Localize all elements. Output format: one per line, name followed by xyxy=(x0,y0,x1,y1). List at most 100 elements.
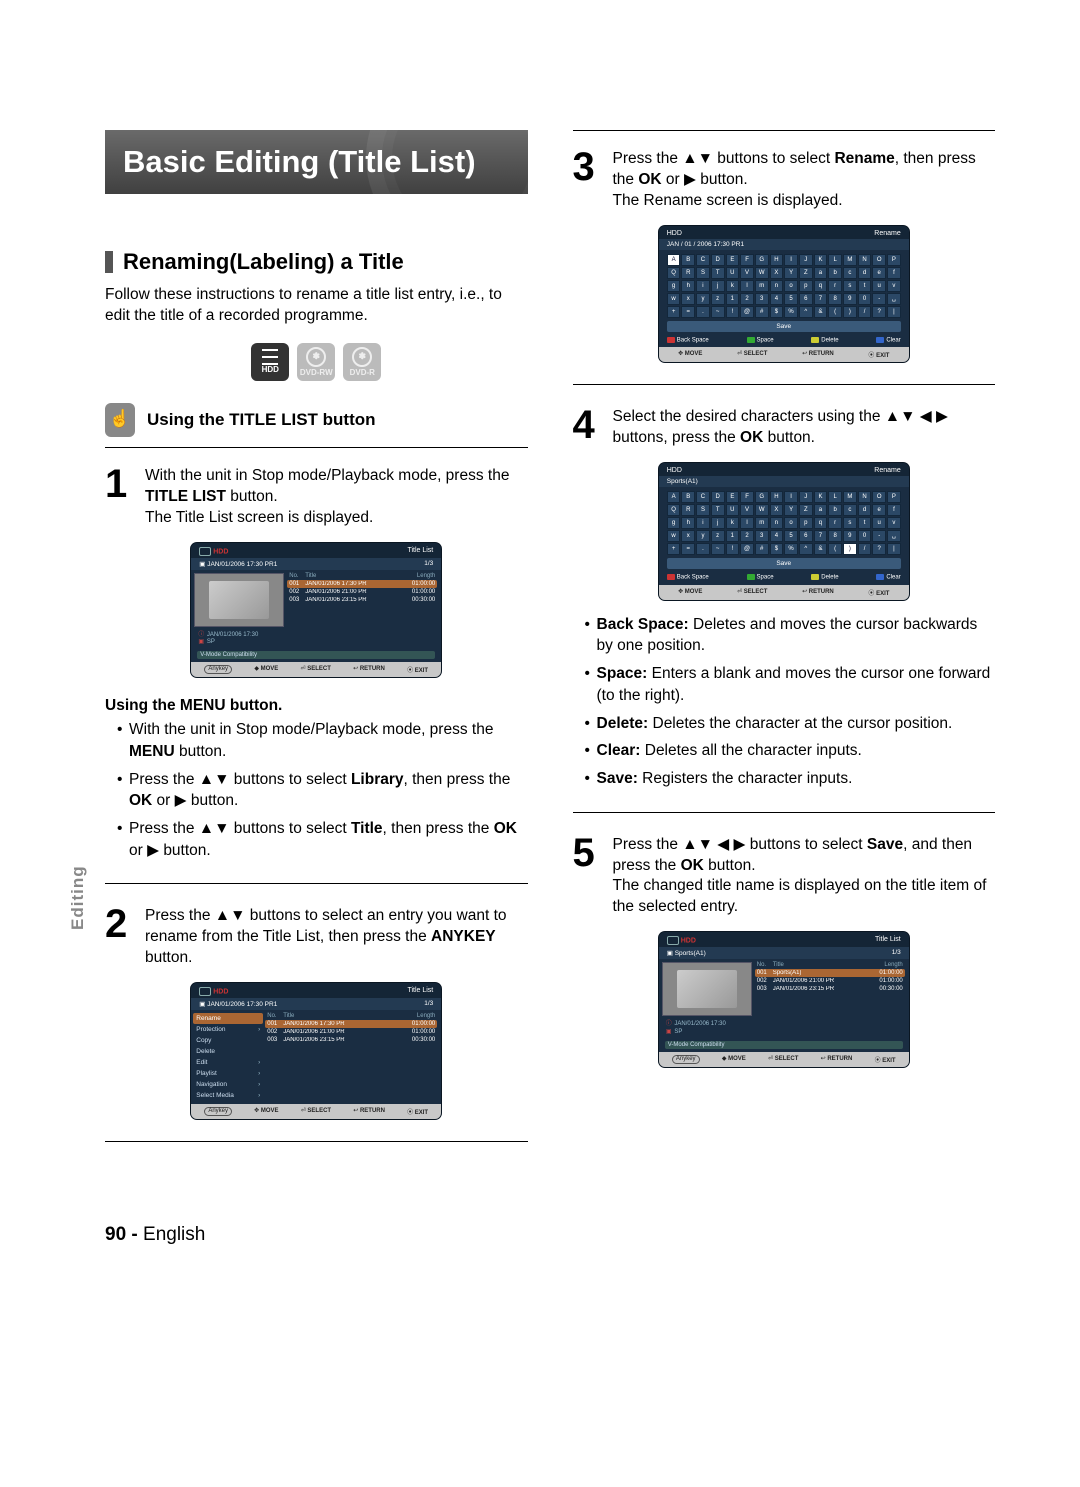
osd-key: R xyxy=(681,504,695,516)
osd-title-list-anykey: HDDTitle List ▣ JAN/01/2006 17:30 PR11/3… xyxy=(191,983,441,1119)
osd-key: 6 xyxy=(799,293,813,305)
osd-key: Q xyxy=(667,267,681,279)
osd-key: p xyxy=(799,517,813,529)
osd-key: m xyxy=(755,280,769,292)
step-number: 5 xyxy=(573,835,603,919)
osd-key: 1 xyxy=(726,293,740,305)
osd-key: ? xyxy=(872,543,886,555)
osd-key: T xyxy=(711,504,725,516)
function-key-list: Back Space: Deletes and moves the cursor… xyxy=(573,614,996,790)
osd-key: z xyxy=(711,293,725,305)
osd-key: q xyxy=(814,280,828,292)
osd-key: z xyxy=(711,530,725,542)
osd-key: M xyxy=(843,491,857,503)
osd-key: D xyxy=(711,254,725,266)
osd-key-save: Save xyxy=(667,321,901,332)
osd-key: d xyxy=(858,504,872,516)
osd-key: r xyxy=(828,280,842,292)
osd-title-list: HDDTitle List ▣ JAN/01/2006 17:30 PR11/3… xyxy=(191,543,441,678)
section-heading: Renaming(Labeling) a Title xyxy=(105,249,528,275)
osd-key: d xyxy=(858,267,872,279)
osd-key: 0 xyxy=(858,530,872,542)
osd-key: x xyxy=(681,530,695,542)
osd-key: 6 xyxy=(799,530,813,542)
osd-key: E xyxy=(726,254,740,266)
osd-key: Q xyxy=(667,504,681,516)
step1-text2: The Title List screen is displayed. xyxy=(145,509,373,526)
osd-key: | xyxy=(887,543,901,555)
osd-key: C xyxy=(696,491,710,503)
osd-key: M xyxy=(843,254,857,266)
hdd-badge-icon: HDD xyxy=(251,343,289,381)
step-number: 2 xyxy=(105,906,135,969)
osd-key: l xyxy=(740,517,754,529)
osd-key: O xyxy=(872,254,886,266)
step-number: 1 xyxy=(105,466,135,529)
osd-key: X xyxy=(770,267,784,279)
osd-key: H xyxy=(770,491,784,503)
step-4: 4 Select the desired characters using th… xyxy=(573,407,996,449)
osd-key: k xyxy=(726,280,740,292)
osd-key: ^ xyxy=(799,306,813,318)
step1-text: With the unit in Stop mode/Playback mode… xyxy=(145,467,509,484)
step-1: 1 With the unit in Stop mode/Playback mo… xyxy=(105,466,528,529)
osd-key: s xyxy=(843,517,857,529)
osd-key: I xyxy=(784,254,798,266)
osd-key: W xyxy=(755,504,769,516)
osd-key: 7 xyxy=(814,293,828,305)
osd-key: 4 xyxy=(770,530,784,542)
osd-key: 0 xyxy=(858,293,872,305)
osd-key: ( xyxy=(828,306,842,318)
osd-key: / xyxy=(858,543,872,555)
osd-key: v xyxy=(887,517,901,529)
osd-key: ! xyxy=(726,306,740,318)
osd-key: S xyxy=(696,267,710,279)
osd-key: 2 xyxy=(740,530,754,542)
osd-key: v xyxy=(887,280,901,292)
osd-key: Y xyxy=(784,267,798,279)
osd-key: o xyxy=(784,280,798,292)
osd-key: K xyxy=(814,254,828,266)
osd-key: b xyxy=(828,504,842,516)
osd-key: r xyxy=(828,517,842,529)
osd-key: 9 xyxy=(843,530,857,542)
osd-key: f xyxy=(887,267,901,279)
menu-sub-heading: Using the MENU button. xyxy=(105,697,528,715)
menu-bullet-list: With the unit in Stop mode/Playback mode… xyxy=(105,719,528,861)
osd-preview-thumb xyxy=(194,573,284,627)
osd-key: y xyxy=(696,293,710,305)
osd-key: i xyxy=(696,517,710,529)
osd-title-list-renamed: HDDTitle List ▣ Sports(A1)1/3 No.TitleLe… xyxy=(659,932,909,1067)
osd-key: c xyxy=(843,504,857,516)
dvdr-badge-icon: ✽DVD-R xyxy=(343,343,381,381)
osd-key: q xyxy=(814,517,828,529)
step1-bold: TITLE LIST xyxy=(145,488,226,505)
osd-key: s xyxy=(843,280,857,292)
osd-key: j xyxy=(711,280,725,292)
step-number: 3 xyxy=(573,149,603,212)
osd-key: - xyxy=(872,293,886,305)
osd-key: B xyxy=(681,254,695,266)
osd-key: c xyxy=(843,267,857,279)
dvdrw-badge-icon: ✽DVD-RW xyxy=(297,343,335,381)
osd-key: b xyxy=(828,267,842,279)
osd-key: H xyxy=(770,254,784,266)
osd-key: Y xyxy=(784,504,798,516)
osd-key: ^ xyxy=(799,543,813,555)
osd-key: $ xyxy=(770,306,784,318)
osd-key: W xyxy=(755,267,769,279)
step-2: 2 Press the ▲▼ buttons to select an entr… xyxy=(105,906,528,969)
osd-key: g xyxy=(667,280,681,292)
left-column: Basic Editing (Title List) Renaming(Labe… xyxy=(105,130,528,1164)
section-bar-icon xyxy=(105,251,113,273)
osd-key: a xyxy=(814,504,828,516)
step-3: 3 Press the ▲▼ buttons to select Rename,… xyxy=(573,149,996,212)
osd-key: y xyxy=(696,530,710,542)
osd-key: E xyxy=(726,491,740,503)
osd-key: p xyxy=(799,280,813,292)
osd-key: U xyxy=(726,267,740,279)
media-badges: HDD ✽DVD-RW ✽DVD-R xyxy=(105,343,528,381)
step-number: 4 xyxy=(573,407,603,449)
osd-key: | xyxy=(887,306,901,318)
osd-key: C xyxy=(696,254,710,266)
